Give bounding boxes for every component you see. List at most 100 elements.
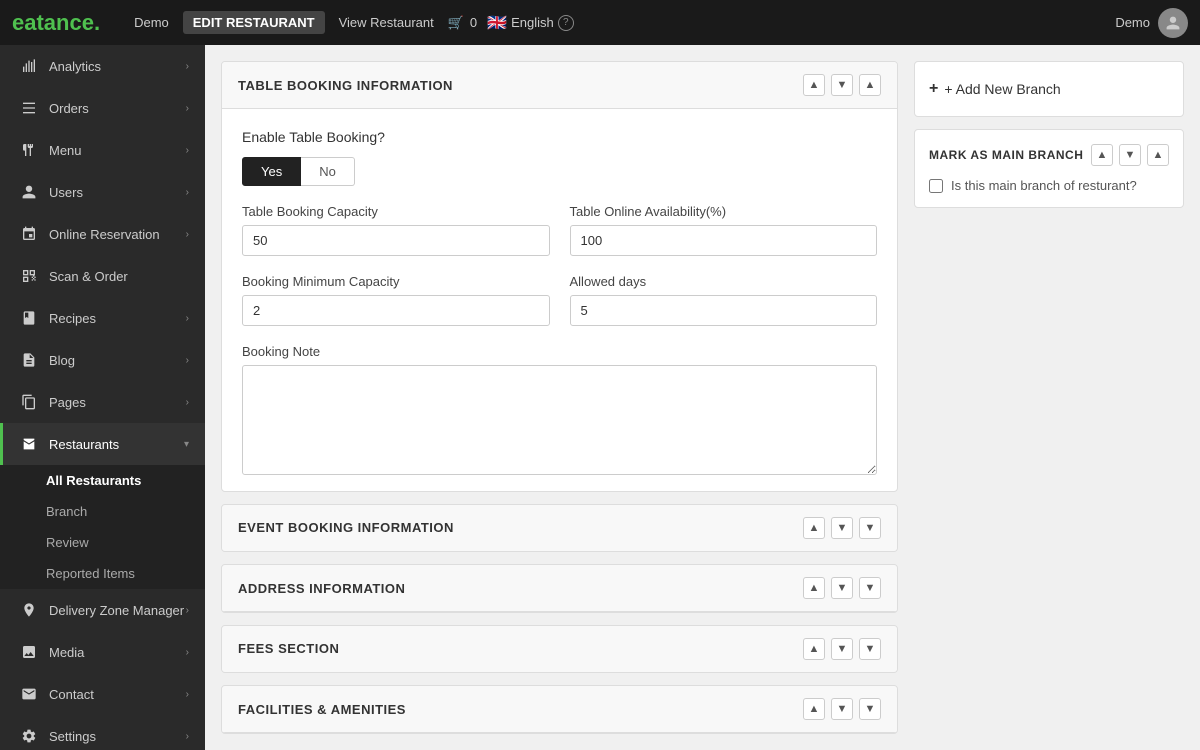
sidebar-item-delivery-zone[interactable]: Delivery Zone Manager › [0,589,205,631]
main-branch-checkbox-row: Is this main branch of resturant? [929,178,1169,193]
fees-section: FEES SECTION ▲ ▼ ▼ [221,625,898,674]
sidebar-item-contact[interactable]: Contact › [0,673,205,715]
facilities-title: FACILITIES & AMENITIES [238,702,406,717]
sidebar-label-pages: Pages [49,395,86,410]
allowed-days-label: Allowed days [570,274,878,289]
chevron-users-icon: › [186,187,189,198]
language-selector[interactable]: 🇬🇧 English ? [487,13,574,33]
chevron-blog-icon: › [186,355,189,366]
sidebar-item-online-reservation[interactable]: Online Reservation › [0,213,205,255]
mail-icon [19,684,39,704]
fees-down-btn[interactable]: ▼ [831,638,853,660]
yes-toggle-btn[interactable]: Yes [242,157,301,186]
bar-chart-icon [19,56,39,76]
sidebar-item-media[interactable]: Media › [0,631,205,673]
sidebar-item-analytics[interactable]: Analytics › [0,45,205,87]
flag-icon: 🇬🇧 [487,13,507,33]
nav-view-restaurant[interactable]: View Restaurant [329,11,444,34]
sidebar-submenu-restaurants: All Restaurants Branch Review Reported I… [0,465,205,589]
fees-collapse-btn[interactable]: ▼ [859,638,881,660]
sidebar-item-menu[interactable]: Menu › [0,129,205,171]
address-down-btn[interactable]: ▼ [831,577,853,599]
top-nav-right: Demo [1115,8,1188,38]
event-booking-up-btn[interactable]: ▲ [803,517,825,539]
calendar-icon [19,224,39,244]
mark-main-down-btn[interactable]: ▼ [1119,144,1141,166]
event-booking-section: EVENT BOOKING INFORMATION ▲ ▼ ▼ [221,504,898,553]
chevron-settings-icon: › [186,731,189,742]
sidebar-label-delivery-zone: Delivery Zone Manager [49,603,184,618]
table-booking-down-btn[interactable]: ▼ [831,74,853,96]
no-toggle-btn[interactable]: No [301,157,355,186]
user-label: Demo [1115,15,1150,30]
chevron-menu-icon: › [186,145,189,156]
chevron-restaurants-icon: ▾ [184,439,189,450]
event-booking-controls: ▲ ▼ ▼ [803,517,881,539]
sidebar-label-settings: Settings [49,729,96,744]
book-icon [19,308,39,328]
sidebar-sub-all-restaurants[interactable]: All Restaurants [0,465,205,496]
table-booking-title: TABLE BOOKING INFORMATION [238,78,453,93]
facilities-up-btn[interactable]: ▲ [803,698,825,720]
allowed-days-input[interactable] [570,295,878,326]
capacity-input[interactable] [242,225,550,256]
mark-main-collapse-btn[interactable]: ▲ [1147,144,1169,166]
main-branch-checkbox[interactable] [929,179,943,193]
user-menu[interactable]: Demo [1115,8,1188,38]
min-capacity-input[interactable] [242,295,550,326]
table-booking-up-btn[interactable]: ▲ [803,74,825,96]
mark-main-title: MARK AS MAIN BRANCH ▲ ▼ ▲ [929,144,1169,166]
sidebar: Analytics › Orders › Menu › Users › [0,45,205,750]
help-icon[interactable]: ? [558,15,574,31]
fees-up-btn[interactable]: ▲ [803,638,825,660]
min-capacity-group: Booking Minimum Capacity [242,274,550,326]
chevron-contact-icon: › [186,689,189,700]
sidebar-sub-reported-items[interactable]: Reported Items [0,558,205,589]
sidebar-item-orders[interactable]: Orders › [0,87,205,129]
sidebar-sub-review[interactable]: Review [0,527,205,558]
booking-note-group: Booking Note [242,344,877,475]
nav-demo[interactable]: Demo [124,11,179,34]
main-panel: TABLE BOOKING INFORMATION ▲ ▼ ▲ Enable T… [221,61,898,734]
sidebar-item-blog[interactable]: Blog › [0,339,205,381]
facilities-down-btn[interactable]: ▼ [831,698,853,720]
event-booking-title: EVENT BOOKING INFORMATION [238,520,454,535]
event-booking-collapse-btn[interactable]: ▼ [859,517,881,539]
sidebar-item-settings[interactable]: Settings › [0,715,205,750]
address-collapse-btn[interactable]: ▼ [859,577,881,599]
online-avail-group: Table Online Availability(%) [570,204,878,256]
nav-edit-restaurant[interactable]: EDIT RESTAURANT [183,11,325,34]
event-booking-down-btn[interactable]: ▼ [831,517,853,539]
sidebar-label-restaurants: Restaurants [49,437,119,452]
add-branch-button[interactable]: + + Add New Branch [929,76,1169,102]
sidebar-label-blog: Blog [49,353,75,368]
chevron-orders-icon: › [186,103,189,114]
facilities-collapse-btn[interactable]: ▼ [859,698,881,720]
chevron-reservation-icon: › [186,229,189,240]
copy-icon [19,392,39,412]
sidebar-item-recipes[interactable]: Recipes › [0,297,205,339]
table-booking-collapse-btn[interactable]: ▲ [859,74,881,96]
image-icon [19,642,39,662]
sidebar-item-scan-order[interactable]: Scan & Order [0,255,205,297]
user-icon [19,182,39,202]
sidebar-item-restaurants[interactable]: Restaurants ▾ [0,423,205,465]
gear-icon [19,726,39,746]
booking-note-textarea[interactable] [242,365,877,475]
cart-count: 0 [470,15,477,30]
address-header: ADDRESS INFORMATION ▲ ▼ ▼ [222,565,897,612]
chevron-delivery-icon: › [186,605,189,616]
mark-main-up-btn[interactable]: ▲ [1091,144,1113,166]
table-booking-body: Enable Table Booking? Yes No Table Booki… [222,109,897,492]
cart-area[interactable]: 🛒 0 [448,15,477,31]
logo-dot: . [94,10,100,36]
address-up-btn[interactable]: ▲ [803,577,825,599]
sidebar-item-pages[interactable]: Pages › [0,381,205,423]
sidebar-label-analytics: Analytics [49,59,101,74]
mark-main-controls: ▲ ▼ ▲ [1091,144,1169,166]
online-avail-input[interactable] [570,225,878,256]
sidebar-item-users[interactable]: Users › [0,171,205,213]
sidebar-sub-branch[interactable]: Branch [0,496,205,527]
table-booking-section: TABLE BOOKING INFORMATION ▲ ▼ ▲ Enable T… [221,61,898,492]
right-panel: + + Add New Branch MARK AS MAIN BRANCH ▲… [914,61,1184,734]
